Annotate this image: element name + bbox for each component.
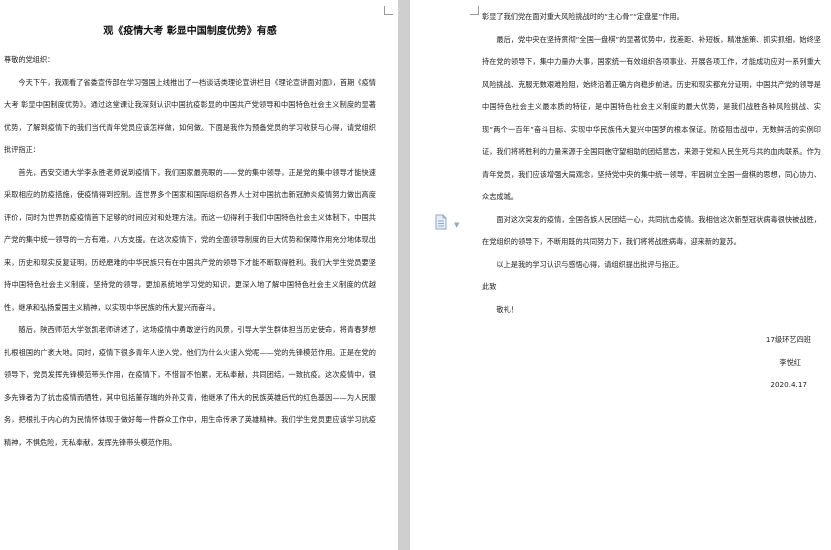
body-paragraph: 最后，党中央在坚持贯彻“全国一盘棋”的显著优势中，找差距、补短板，精准施策、抓实… <box>482 34 821 202</box>
signature-date: 2020.4.17 <box>770 380 807 389</box>
body-paragraph: 面对这次突发的疫情，全国各族人民团结一心，共同抗击疫情。我相信这次新型冠状病毒很… <box>482 214 821 247</box>
page-corner-mark <box>384 6 393 15</box>
signature-name: 李悦红 <box>779 357 801 367</box>
document-page-left[interactable]: 观《疫情大考 彰显中国制度优势》有感 尊敬的党组织： 今天下午，我观看了省委宣传… <box>0 0 398 550</box>
body-paragraph: 首先，西安交通大学李永胜老师说到疫情下，我们国家最亮眼的——党的集中领导，正是党… <box>4 167 376 312</box>
body-paragraph: 以上是我的学习认识与感悟心得，请组织提出批评与指正。 <box>496 259 684 269</box>
page-corner-mark <box>470 6 479 15</box>
body-paragraph: 今天下午，我观看了省委宣传部在学习强国上线推出了一档谈话类理论宣讲栏目《理论宣讲… <box>4 77 376 155</box>
salutation: 尊敬的党组织： <box>4 55 55 64</box>
chevron-down-icon[interactable]: ▼ <box>454 221 459 229</box>
document-paste-icon[interactable] <box>434 214 448 230</box>
body-paragraph: 随后，陕西师范大学张凯老师讲述了，这场疫情中勇敢逆行的风景，引导大学生群体担当历… <box>4 325 376 447</box>
page-gap <box>398 0 410 550</box>
body-paragraph: 彰显了我们党在面对重大风险挑战时的“主心骨”“定盘星”作用。 <box>482 12 684 21</box>
closing-salute: 敬礼！ <box>496 304 518 314</box>
closing-line: 此致 <box>482 282 497 291</box>
signature-class: 17级环艺四班 <box>765 335 811 344</box>
document-title: 观《疫情大考 彰显中国制度优势》有感 <box>103 26 277 37</box>
document-page-right[interactable]: 彰显了我们党在面对重大风险挑战时的“主心骨”“定盘星”作用。 最后，党中央在坚持… <box>410 0 831 550</box>
